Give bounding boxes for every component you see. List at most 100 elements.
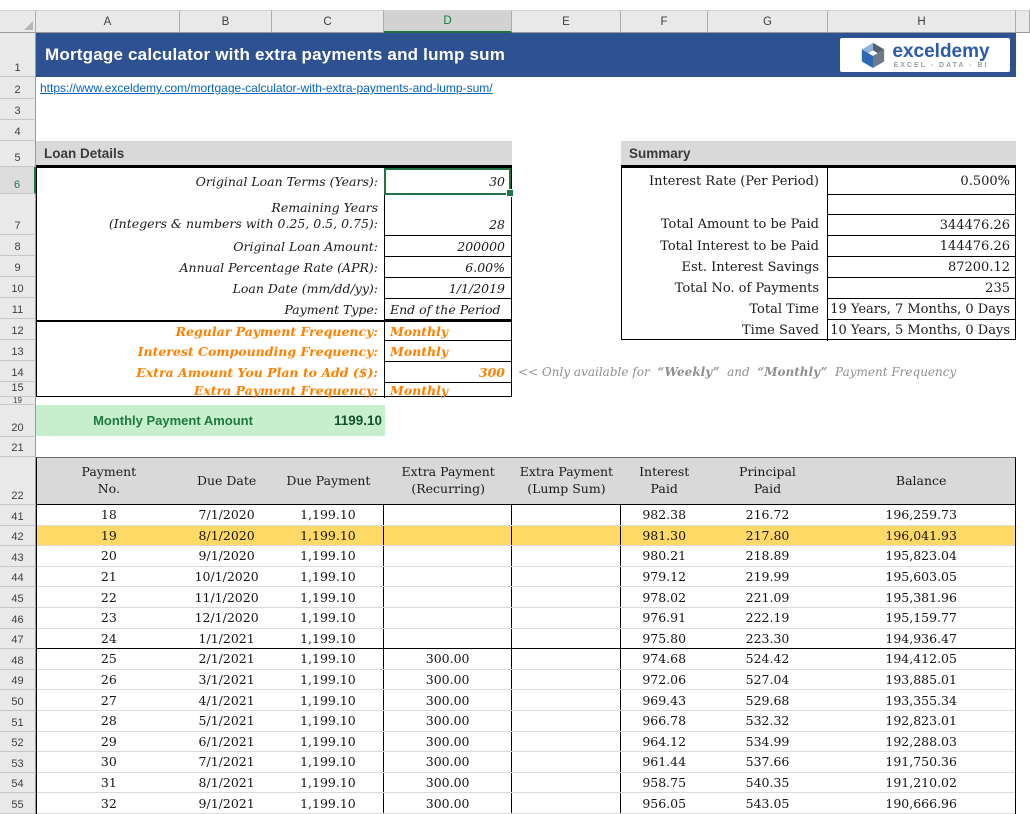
cell-no[interactable]: 28 [37, 711, 181, 731]
cell-principal[interactable]: 534.99 [708, 732, 828, 752]
cell-extra-lump[interactable] [512, 732, 621, 752]
row-header-20[interactable]: 20 [0, 405, 36, 437]
cell-extra-lump[interactable] [512, 773, 621, 793]
exceldemy-link[interactable]: https://www.exceldemy.com/mortgage-calcu… [40, 81, 493, 95]
loan-value-cell[interactable]: 300 [384, 362, 511, 383]
row-header-50[interactable]: 50 [0, 690, 36, 711]
cell-interest[interactable]: 980.21 [621, 546, 708, 566]
row-header-2[interactable]: 2 [0, 77, 36, 99]
cell-extra-recurring[interactable]: 300.00 [384, 711, 512, 731]
cell-balance[interactable]: 193,355.34 [827, 690, 1015, 710]
cell-due-date[interactable]: 7/1/2021 [181, 752, 273, 772]
cell-due-payment[interactable]: 1,199.10 [273, 670, 385, 690]
row-header-1[interactable]: 1 [0, 33, 36, 77]
cell-interest[interactable]: 956.05 [621, 793, 708, 813]
cell-due-date[interactable]: 5/1/2021 [181, 711, 273, 731]
cell-interest[interactable]: 958.75 [621, 773, 708, 793]
cell-interest[interactable]: 981.30 [621, 526, 708, 546]
cell-no[interactable]: 29 [37, 732, 181, 752]
cell-balance[interactable]: 192,288.03 [827, 732, 1015, 752]
cell-extra-lump[interactable] [512, 649, 621, 669]
cell-interest[interactable]: 961.44 [621, 752, 708, 772]
cell-interest[interactable]: 979.12 [621, 567, 708, 587]
row-header-10[interactable]: 10 [0, 277, 36, 298]
row-header-11[interactable]: 11 [0, 298, 36, 319]
cell-balance[interactable]: 195,603.05 [827, 567, 1015, 587]
cell-due-payment[interactable]: 1,199.10 [273, 773, 385, 793]
cell-balance[interactable]: 195,823.04 [827, 546, 1015, 566]
cell-extra-recurring[interactable]: 300.00 [384, 752, 512, 772]
fill-handle[interactable] [506, 189, 514, 197]
cell-due-payment[interactable]: 1,199.10 [273, 711, 385, 731]
row-header-4[interactable]: 4 [0, 120, 36, 141]
row-header-51[interactable]: 51 [0, 711, 36, 732]
loan-value-cell[interactable]: 30 [384, 168, 511, 195]
cell-due-payment[interactable]: 1,199.10 [273, 505, 385, 525]
loan-value-cell[interactable]: End of the Period [384, 299, 511, 320]
row-header-12[interactable]: 12 [0, 319, 36, 340]
cell-no[interactable]: 20 [37, 546, 181, 566]
cell-principal[interactable]: 218.89 [708, 546, 828, 566]
cell-principal[interactable]: 222.19 [708, 608, 828, 628]
cell-principal[interactable]: 221.09 [708, 587, 828, 607]
cell-due-date[interactable]: 4/1/2021 [181, 690, 273, 710]
cell-interest[interactable]: 982.38 [621, 505, 708, 525]
cell-due-date[interactable]: 10/1/2020 [181, 567, 273, 587]
row-header-6[interactable]: 6 [0, 167, 36, 194]
cell-extra-lump[interactable] [512, 587, 621, 607]
loan-value-cell[interactable]: 1/1/2019 [384, 278, 511, 299]
row-header-13[interactable]: 13 [0, 340, 36, 361]
loan-value-cell[interactable]: Monthly [384, 322, 511, 341]
cell-balance[interactable]: 196,259.73 [827, 505, 1015, 525]
cell-due-date[interactable]: 9/1/2020 [181, 546, 273, 566]
cell-principal[interactable]: 527.04 [708, 670, 828, 690]
loan-value-cell[interactable]: 200000 [384, 236, 511, 257]
cell-extra-lump[interactable] [512, 690, 621, 710]
cell-balance[interactable]: 190,666.96 [827, 793, 1015, 813]
row-header-22[interactable]: 22 [0, 457, 36, 505]
cell-due-date[interactable]: 11/1/2020 [181, 587, 273, 607]
cell-due-payment[interactable]: 1,199.10 [273, 690, 385, 710]
row-header-19[interactable]: 19 [0, 397, 36, 405]
cell-extra-lump[interactable] [512, 526, 621, 546]
cell-principal[interactable]: 217.80 [708, 526, 828, 546]
cell-balance[interactable]: 195,159.77 [827, 608, 1015, 628]
cell-interest[interactable]: 975.80 [621, 629, 708, 649]
row-header-3[interactable]: 3 [0, 99, 36, 120]
cell-extra-lump[interactable] [512, 546, 621, 566]
row-header-21[interactable]: 21 [0, 437, 36, 457]
cell-extra-recurring[interactable]: 300.00 [384, 732, 512, 752]
row-header-46[interactable]: 46 [0, 608, 36, 629]
row-header-48[interactable]: 48 [0, 649, 36, 670]
cell-interest[interactable]: 978.02 [621, 587, 708, 607]
cell-due-payment[interactable]: 1,199.10 [273, 649, 385, 669]
cell-due-date[interactable]: 7/1/2020 [181, 505, 273, 525]
cell-principal[interactable]: 540.35 [708, 773, 828, 793]
cell-balance[interactable]: 194,936.47 [827, 629, 1015, 649]
cell-extra-recurring[interactable] [384, 587, 512, 607]
cell-no[interactable]: 25 [37, 649, 181, 669]
cell-balance[interactable]: 194,412.05 [827, 649, 1015, 669]
cell-no[interactable]: 30 [37, 752, 181, 772]
row-header-49[interactable]: 49 [0, 670, 36, 691]
cell-interest[interactable]: 972.06 [621, 670, 708, 690]
cell-due-payment[interactable]: 1,199.10 [273, 546, 385, 566]
cell-principal[interactable]: 524.42 [708, 649, 828, 669]
cell-due-date[interactable]: 6/1/2021 [181, 732, 273, 752]
cell-extra-recurring[interactable] [384, 526, 512, 546]
row-header-45[interactable]: 45 [0, 587, 36, 608]
cell-balance[interactable]: 195,381.96 [827, 587, 1015, 607]
cell-interest[interactable]: 969.43 [621, 690, 708, 710]
cell-due-date[interactable]: 2/1/2021 [181, 649, 273, 669]
cell-no[interactable]: 27 [37, 690, 181, 710]
row-header-42[interactable]: 42 [0, 526, 36, 547]
cell-extra-recurring[interactable] [384, 629, 512, 649]
cell-extra-lump[interactable] [512, 752, 621, 772]
cell-no[interactable]: 26 [37, 670, 181, 690]
cell-extra-lump[interactable] [512, 711, 621, 731]
cell-principal[interactable]: 216.72 [708, 505, 828, 525]
row-header-15[interactable]: 15 [0, 382, 36, 397]
cell-no[interactable]: 24 [37, 629, 181, 649]
cell-extra-recurring[interactable]: 300.00 [384, 649, 512, 669]
cell-due-payment[interactable]: 1,199.10 [273, 608, 385, 628]
